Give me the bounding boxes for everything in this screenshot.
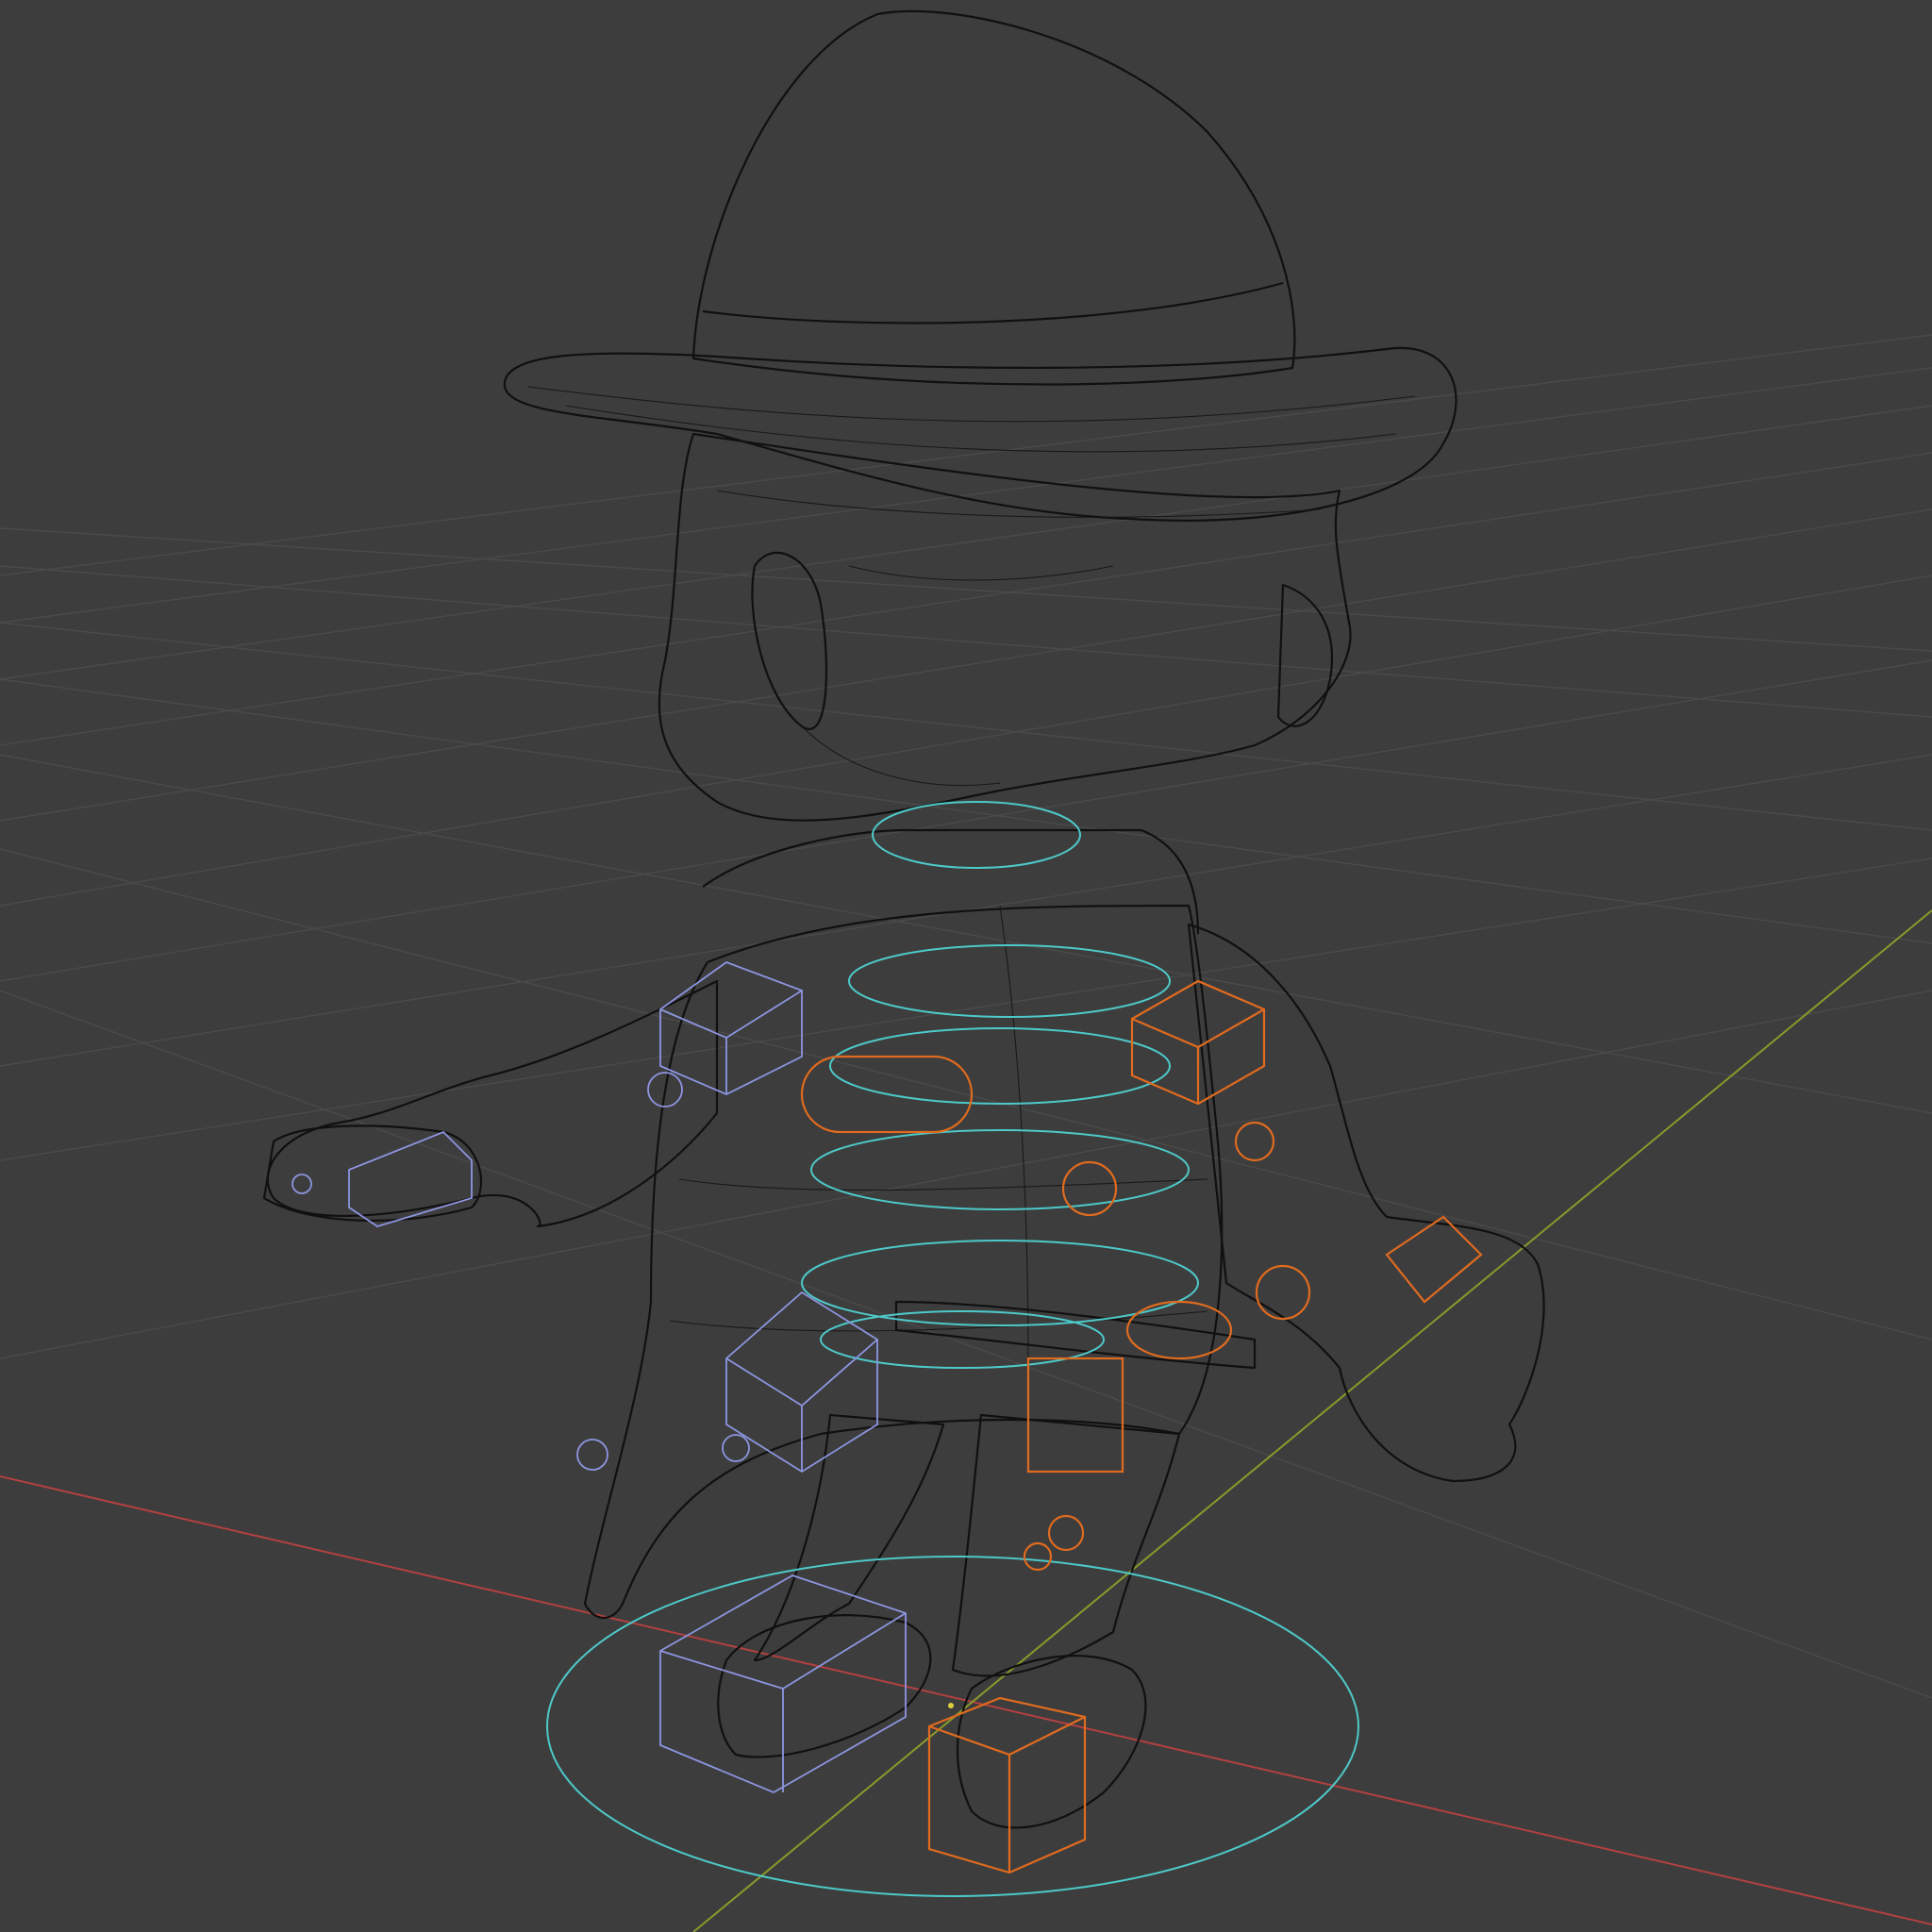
- 3d-viewport[interactable]: [0, 0, 1932, 1932]
- knee-right-ctl[interactable]: [722, 1434, 750, 1462]
- foot-left-cube[interactable]: [927, 1696, 1087, 1874]
- pole-right-ctl[interactable]: [576, 1439, 608, 1471]
- hand-left-ctl[interactable]: [1255, 1264, 1311, 1321]
- knee-left-ctl[interactable]: [1047, 1514, 1085, 1552]
- leg-right: [951, 1413, 1181, 1677]
- hand-left: [262, 1124, 483, 1223]
- wrist-left-ctl[interactable]: [1234, 1121, 1275, 1162]
- y-axis-line: [692, 909, 1932, 1932]
- finger-right-ctl[interactable]: [291, 1174, 312, 1194]
- rig-controls-center[interactable]: [546, 801, 1359, 1897]
- coat-collar: [702, 828, 1200, 935]
- shoe-left: [717, 1614, 932, 1758]
- thigh-left-box[interactable]: [1026, 1357, 1124, 1474]
- neck-control[interactable]: [872, 801, 1081, 869]
- viewport-canvas[interactable]: [0, 0, 1932, 1932]
- shoulder-right-cube[interactable]: [659, 960, 803, 1095]
- fingers-left-ctl[interactable]: [1385, 1215, 1483, 1304]
- root-control[interactable]: [546, 1556, 1359, 1897]
- character-mesh[interactable]: [262, 9, 1545, 1829]
- shoe-right: [956, 1655, 1147, 1829]
- spine-control-1[interactable]: [829, 1027, 1171, 1105]
- 3d-cursor[interactable]: [948, 1703, 954, 1708]
- rig-controls-right[interactable]: [291, 960, 907, 1794]
- arm-left: [266, 979, 719, 1228]
- ear-left: [751, 551, 828, 730]
- hat-band: [702, 281, 1284, 325]
- hat-crown: [691, 9, 1296, 386]
- ear-right: [1276, 583, 1333, 727]
- shoulder-left-cube[interactable]: [1130, 979, 1266, 1106]
- head: [658, 432, 1352, 822]
- spine-control-2[interactable]: [810, 1129, 1190, 1210]
- shin-left-ctl[interactable]: [1023, 1541, 1053, 1572]
- elbow-left-ctl[interactable]: [1061, 1160, 1118, 1217]
- coat-body: [583, 904, 1224, 1619]
